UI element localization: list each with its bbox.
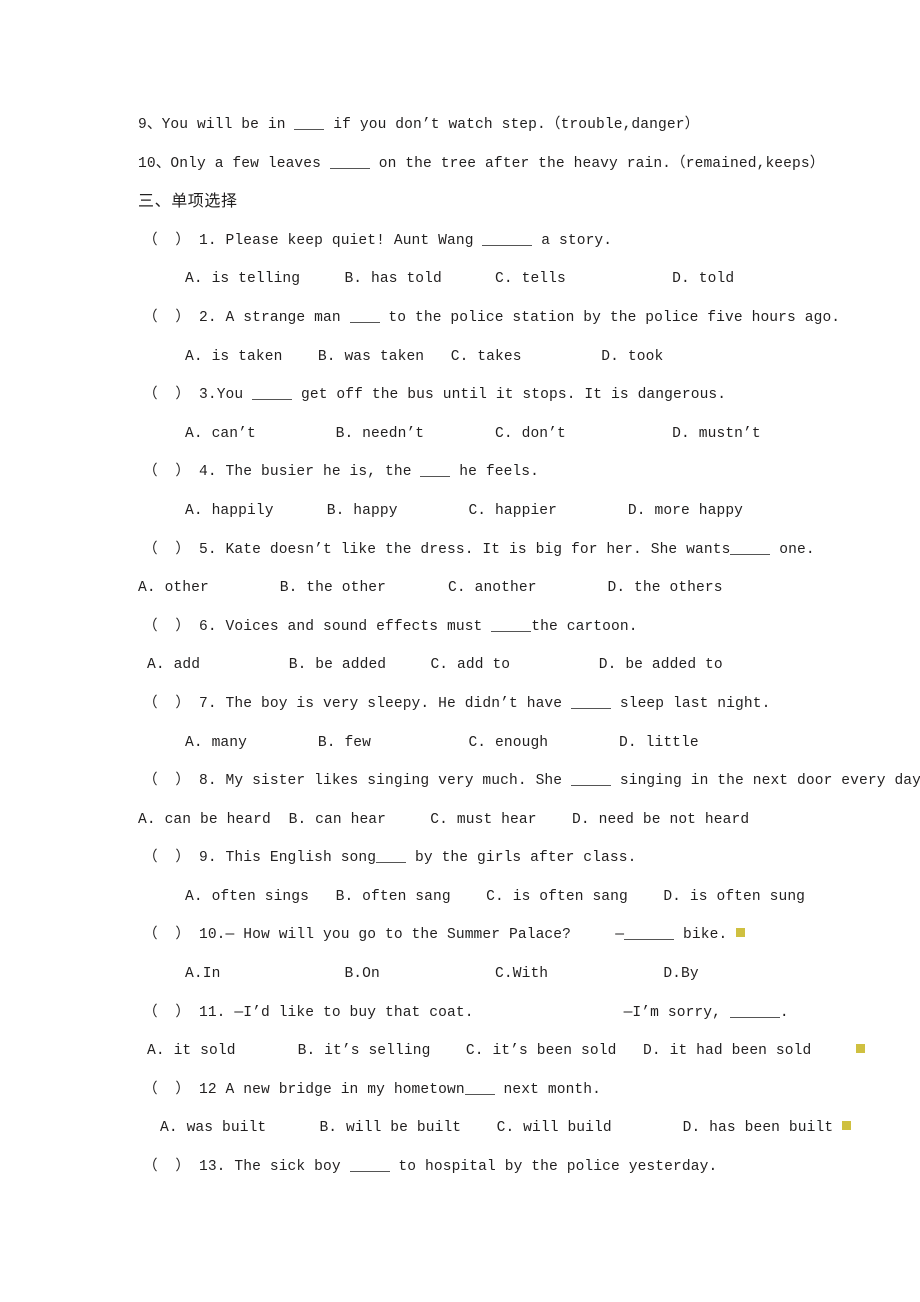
answer-blank[interactable] xyxy=(464,1083,495,1095)
answer-bracket-box[interactable]: （ ） xyxy=(143,310,190,326)
answer-blank[interactable] xyxy=(482,234,533,246)
answer-blank[interactable] xyxy=(729,1006,780,1018)
question-number: 11. xyxy=(190,1004,226,1021)
answer-bracket-box[interactable]: （ ） xyxy=(143,619,190,635)
section-heading: 三、单项选择 xyxy=(138,193,238,211)
choice-options-line[interactable]: A. often sings B. often sang C. is often… xyxy=(138,878,838,917)
question-number: 7. xyxy=(190,695,217,712)
question-number: 9. xyxy=(190,850,217,867)
question-number: 3. xyxy=(190,387,217,404)
choice-question-line: （ ） 13. The sick boy to hospital by the … xyxy=(143,1159,718,1176)
fill-in-question-line: 9、You will be in if you don’t watch step… xyxy=(138,117,700,133)
answer-blank[interactable] xyxy=(329,157,370,169)
answer-bracket-box[interactable]: （ ） xyxy=(143,542,190,558)
choice-options-line[interactable]: A. add B. be added C. add to D. be added… xyxy=(138,646,838,685)
answer-blank[interactable] xyxy=(571,697,611,709)
choice-question-line: （ ） 10.— How will you go to the Summer P… xyxy=(138,916,838,955)
choice-question-line: （ ） 5. Kate doesn’t like the dress. It i… xyxy=(143,541,815,558)
answer-blank[interactable] xyxy=(730,543,771,555)
answer-bracket-box[interactable]: （ ） xyxy=(143,773,190,789)
choice-question-line: （ ） 7. The boy is very sleepy. He didn’t… xyxy=(143,695,771,712)
question-number: 2. xyxy=(190,309,217,326)
choice-options-line[interactable]: A. was built B. will be built C. will bu… xyxy=(138,1109,852,1148)
fill-in-blank-section: 9、You will be in if you don’t watch step… xyxy=(138,106,838,183)
choice-options-line[interactable]: A. many B. few C. enough D. little xyxy=(138,724,838,763)
choice-options-line[interactable]: A. other B. the other C. another D. the … xyxy=(138,569,838,608)
worksheet-content: 9、You will be in if you don’t watch step… xyxy=(138,106,920,1187)
answer-bracket-box[interactable]: （ ） xyxy=(143,233,190,249)
answer-bracket-box[interactable]: （ ） xyxy=(143,387,190,403)
choice-question-line: （ ） 12 A new bridge in my hometown next … xyxy=(143,1081,601,1098)
choice-options-line[interactable]: A. is telling B. has told C. tells D. to… xyxy=(138,260,838,299)
highlight-marker-icon xyxy=(736,928,746,938)
question-number: 10. xyxy=(190,927,226,944)
question-number: 5. xyxy=(190,541,217,558)
choice-question-line: （ ） 2. A strange man to the police stati… xyxy=(143,309,841,326)
choice-question-line: （ ） 1. Please keep quiet! Aunt Wang a st… xyxy=(143,232,613,249)
answer-bracket-box[interactable]: （ ） xyxy=(143,1159,190,1175)
answer-blank[interactable] xyxy=(349,311,380,323)
question-number: 8. xyxy=(190,773,217,790)
answer-bracket-box[interactable]: （ ） xyxy=(143,1005,190,1021)
answer-bracket-box[interactable]: （ ） xyxy=(143,927,190,943)
question-number: 4. xyxy=(190,464,217,481)
answer-blank[interactable] xyxy=(420,465,451,478)
answer-blank[interactable] xyxy=(624,928,675,941)
fill-in-question-line: 10、Only a few leaves on the tree after t… xyxy=(138,155,825,172)
answer-bracket-box[interactable]: （ ） xyxy=(143,696,190,712)
highlight-marker-icon xyxy=(842,1121,852,1131)
answer-bracket-box[interactable]: （ ） xyxy=(143,464,190,480)
question-number: 13. xyxy=(190,1159,226,1176)
choice-options-line[interactable]: A. is taken B. was taken C. takes D. too… xyxy=(138,338,838,377)
highlight-marker-icon xyxy=(855,1044,865,1054)
question-number: 10、 xyxy=(138,155,171,172)
answer-blank[interactable] xyxy=(491,620,532,632)
choice-question-line: （ ） 8. My sister likes singing very much… xyxy=(143,773,920,790)
question-number: 1. xyxy=(190,232,217,249)
answer-blank[interactable] xyxy=(294,118,325,130)
question-number: 6. xyxy=(190,618,217,635)
choice-question-line: （ ） 3.You get off the bus until it stops… xyxy=(143,387,727,404)
multiple-choice-section: （ ） 1. Please keep quiet! Aunt Wang a st… xyxy=(138,222,920,1187)
choice-question-line: （ ） 11. —I’d like to buy that coat. —I’m … xyxy=(143,1004,789,1021)
choice-options-line[interactable]: A. can’t B. needn’t C. don’t D. mustn’t xyxy=(138,415,838,454)
answer-bracket-box[interactable]: （ ） xyxy=(143,1082,190,1098)
worksheet-page: 9、You will be in if you don’t watch step… xyxy=(0,0,920,1302)
answer-blank[interactable] xyxy=(349,1160,390,1173)
question-number: 9、 xyxy=(138,117,162,133)
answer-blank[interactable] xyxy=(571,774,611,787)
choice-options-line[interactable]: A. it sold B. it’s selling C. it’s been … xyxy=(138,1032,865,1071)
choice-question-line: （ ） 6. Voices and sound effects must the… xyxy=(143,618,638,635)
choice-options-line[interactable]: A. happily B. happy C. happier D. more h… xyxy=(138,492,838,531)
answer-bracket-box[interactable]: （ ） xyxy=(143,850,190,866)
choice-options-line[interactable]: A. can be heard B. can hear C. must hear… xyxy=(138,801,838,840)
choice-question-line: （ ） 4. The busier he is, the he feels. xyxy=(143,464,539,481)
choice-options-line[interactable]: A.In B.On C.With D.By xyxy=(138,955,838,994)
answer-blank[interactable] xyxy=(252,388,293,401)
question-number: 12 xyxy=(190,1081,217,1098)
answer-blank[interactable] xyxy=(376,851,407,864)
choice-question-line: （ ） 9. This English song by the girls af… xyxy=(143,850,637,867)
